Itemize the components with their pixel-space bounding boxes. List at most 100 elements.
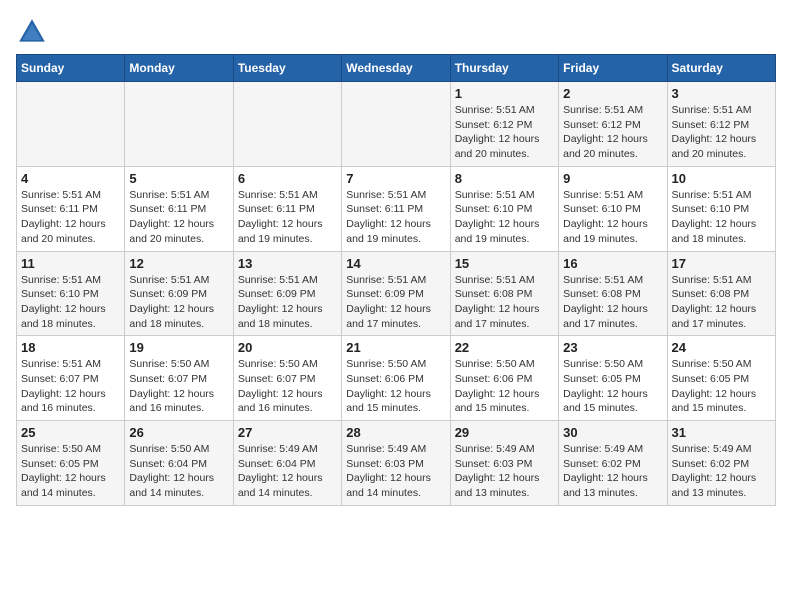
- header-cell-sunday: Sunday: [17, 55, 125, 82]
- day-number: 18: [21, 340, 120, 355]
- logo-icon: [16, 16, 48, 48]
- day-info: Sunrise: 5:51 AM Sunset: 6:12 PM Dayligh…: [563, 103, 662, 162]
- day-number: 7: [346, 171, 445, 186]
- calendar-cell: 23 Sunrise: 5:50 AM Sunset: 6:05 PM Dayli…: [559, 336, 667, 421]
- calendar-cell: 24 Sunrise: 5:50 AM Sunset: 6:05 PM Dayli…: [667, 336, 775, 421]
- calendar-cell: 3 Sunrise: 5:51 AM Sunset: 6:12 PM Daylig…: [667, 82, 775, 167]
- day-number: 11: [21, 256, 120, 271]
- calendar-cell: 15 Sunrise: 5:51 AM Sunset: 6:08 PM Dayli…: [450, 251, 558, 336]
- day-info: Sunrise: 5:50 AM Sunset: 6:06 PM Dayligh…: [455, 357, 554, 416]
- day-number: 5: [129, 171, 228, 186]
- week-row: 18 Sunrise: 5:51 AM Sunset: 6:07 PM Dayli…: [17, 336, 776, 421]
- calendar-cell: 27Sunrise: 5:49 AM Sunset: 6:04 PM Dayli…: [233, 421, 341, 506]
- calendar-cell: [17, 82, 125, 167]
- day-info: Sunrise: 5:49 AM Sunset: 6:03 PM Dayligh…: [346, 442, 445, 501]
- day-info: Sunrise: 5:51 AM Sunset: 6:10 PM Dayligh…: [672, 188, 771, 247]
- calendar-cell: 19Sunrise: 5:50 AM Sunset: 6:07 PM Dayli…: [125, 336, 233, 421]
- day-number: 14: [346, 256, 445, 271]
- header-cell-friday: Friday: [559, 55, 667, 82]
- day-number: 22: [455, 340, 554, 355]
- week-row: 25Sunrise: 5:50 AM Sunset: 6:05 PM Dayli…: [17, 421, 776, 506]
- day-info: Sunrise: 5:51 AM Sunset: 6:09 PM Dayligh…: [346, 273, 445, 332]
- day-info: Sunrise: 5:51 AM Sunset: 6:09 PM Dayligh…: [238, 273, 337, 332]
- day-info: Sunrise: 5:51 AM Sunset: 6:08 PM Dayligh…: [563, 273, 662, 332]
- day-number: 21: [346, 340, 445, 355]
- calendar-cell: 30 Sunrise: 5:49 AM Sunset: 6:02 PM Dayli…: [559, 421, 667, 506]
- day-info: Sunrise: 5:51 AM Sunset: 6:11 PM Dayligh…: [21, 188, 120, 247]
- day-info: Sunrise: 5:51 AM Sunset: 6:08 PM Dayligh…: [455, 273, 554, 332]
- calendar-cell: 1 Sunrise: 5:51 AM Sunset: 6:12 PM Daylig…: [450, 82, 558, 167]
- day-info: Sunrise: 5:49 AM Sunset: 6:03 PM Dayligh…: [455, 442, 554, 501]
- day-number: 1: [455, 86, 554, 101]
- calendar-cell: 29 Sunrise: 5:49 AM Sunset: 6:03 PM Dayli…: [450, 421, 558, 506]
- calendar-cell: 11 Sunrise: 5:51 AM Sunset: 6:10 PM Dayli…: [17, 251, 125, 336]
- calendar-cell: 6 Sunrise: 5:51 AM Sunset: 6:11 PM Daylig…: [233, 166, 341, 251]
- day-number: 2: [563, 86, 662, 101]
- calendar-cell: 2 Sunrise: 5:51 AM Sunset: 6:12 PM Daylig…: [559, 82, 667, 167]
- day-info: Sunrise: 5:50 AM Sunset: 6:04 PM Dayligh…: [129, 442, 228, 501]
- day-number: 6: [238, 171, 337, 186]
- calendar-cell: 12 Sunrise: 5:51 AM Sunset: 6:09 PM Dayli…: [125, 251, 233, 336]
- day-info: Sunrise: 5:49 AM Sunset: 6:02 PM Dayligh…: [563, 442, 662, 501]
- day-number: 28: [346, 425, 445, 440]
- calendar-header: SundayMondayTuesdayWednesdayThursdayFrid…: [17, 55, 776, 82]
- calendar-cell: 9Sunrise: 5:51 AM Sunset: 6:10 PM Daylig…: [559, 166, 667, 251]
- calendar-cell: 18 Sunrise: 5:51 AM Sunset: 6:07 PM Dayli…: [17, 336, 125, 421]
- day-info: Sunrise: 5:51 AM Sunset: 6:11 PM Dayligh…: [129, 188, 228, 247]
- day-number: 17: [672, 256, 771, 271]
- logo: [16, 16, 52, 48]
- calendar-cell: 28 Sunrise: 5:49 AM Sunset: 6:03 PM Dayli…: [342, 421, 450, 506]
- day-info: Sunrise: 5:51 AM Sunset: 6:07 PM Dayligh…: [21, 357, 120, 416]
- week-row: 1 Sunrise: 5:51 AM Sunset: 6:12 PM Daylig…: [17, 82, 776, 167]
- header-cell-wednesday: Wednesday: [342, 55, 450, 82]
- day-number: 10: [672, 171, 771, 186]
- day-info: Sunrise: 5:50 AM Sunset: 6:07 PM Dayligh…: [129, 357, 228, 416]
- calendar-cell: [125, 82, 233, 167]
- day-number: 15: [455, 256, 554, 271]
- calendar-cell: 13 Sunrise: 5:51 AM Sunset: 6:09 PM Dayli…: [233, 251, 341, 336]
- day-number: 20: [238, 340, 337, 355]
- day-info: Sunrise: 5:51 AM Sunset: 6:09 PM Dayligh…: [129, 273, 228, 332]
- day-number: 23: [563, 340, 662, 355]
- day-info: Sunrise: 5:50 AM Sunset: 6:07 PM Dayligh…: [238, 357, 337, 416]
- calendar-cell: [342, 82, 450, 167]
- day-number: 24: [672, 340, 771, 355]
- header-cell-saturday: Saturday: [667, 55, 775, 82]
- page-header: [16, 16, 776, 48]
- day-number: 4: [21, 171, 120, 186]
- day-number: 13: [238, 256, 337, 271]
- day-info: Sunrise: 5:51 AM Sunset: 6:10 PM Dayligh…: [21, 273, 120, 332]
- calendar-cell: 22 Sunrise: 5:50 AM Sunset: 6:06 PM Dayli…: [450, 336, 558, 421]
- day-number: 3: [672, 86, 771, 101]
- day-info: Sunrise: 5:51 AM Sunset: 6:10 PM Dayligh…: [455, 188, 554, 247]
- calendar-cell: 26 Sunrise: 5:50 AM Sunset: 6:04 PM Dayli…: [125, 421, 233, 506]
- calendar-cell: 25Sunrise: 5:50 AM Sunset: 6:05 PM Dayli…: [17, 421, 125, 506]
- day-number: 30: [563, 425, 662, 440]
- day-info: Sunrise: 5:50 AM Sunset: 6:05 PM Dayligh…: [563, 357, 662, 416]
- day-number: 26: [129, 425, 228, 440]
- calendar-cell: 31 Sunrise: 5:49 AM Sunset: 6:02 PM Dayli…: [667, 421, 775, 506]
- calendar-cell: 7Sunrise: 5:51 AM Sunset: 6:11 PM Daylig…: [342, 166, 450, 251]
- day-info: Sunrise: 5:50 AM Sunset: 6:05 PM Dayligh…: [672, 357, 771, 416]
- day-info: Sunrise: 5:51 AM Sunset: 6:11 PM Dayligh…: [238, 188, 337, 247]
- calendar-cell: 20 Sunrise: 5:50 AM Sunset: 6:07 PM Dayli…: [233, 336, 341, 421]
- calendar-cell: 8 Sunrise: 5:51 AM Sunset: 6:10 PM Daylig…: [450, 166, 558, 251]
- day-info: Sunrise: 5:51 AM Sunset: 6:12 PM Dayligh…: [672, 103, 771, 162]
- calendar-table: SundayMondayTuesdayWednesdayThursdayFrid…: [16, 54, 776, 506]
- header-cell-thursday: Thursday: [450, 55, 558, 82]
- day-info: Sunrise: 5:51 AM Sunset: 6:08 PM Dayligh…: [672, 273, 771, 332]
- header-cell-monday: Monday: [125, 55, 233, 82]
- calendar-cell: 21 Sunrise: 5:50 AM Sunset: 6:06 PM Dayli…: [342, 336, 450, 421]
- week-row: 4 Sunrise: 5:51 AM Sunset: 6:11 PM Daylig…: [17, 166, 776, 251]
- calendar-cell: 5 Sunrise: 5:51 AM Sunset: 6:11 PM Daylig…: [125, 166, 233, 251]
- day-info: Sunrise: 5:51 AM Sunset: 6:12 PM Dayligh…: [455, 103, 554, 162]
- header-cell-tuesday: Tuesday: [233, 55, 341, 82]
- day-info: Sunrise: 5:49 AM Sunset: 6:02 PM Dayligh…: [672, 442, 771, 501]
- day-number: 29: [455, 425, 554, 440]
- day-info: Sunrise: 5:49 AM Sunset: 6:04 PM Dayligh…: [238, 442, 337, 501]
- day-number: 16: [563, 256, 662, 271]
- day-number: 31: [672, 425, 771, 440]
- day-info: Sunrise: 5:50 AM Sunset: 6:06 PM Dayligh…: [346, 357, 445, 416]
- day-number: 12: [129, 256, 228, 271]
- day-number: 8: [455, 171, 554, 186]
